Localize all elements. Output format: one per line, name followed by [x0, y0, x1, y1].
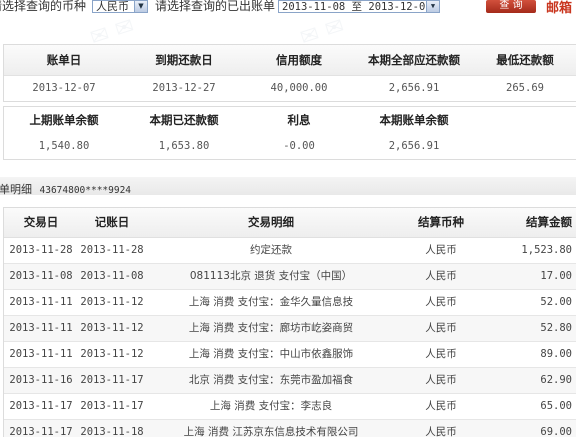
- detail-title-label: 账单明细: [0, 183, 32, 196]
- td-description: 上海 消费 支付宝：金华久量信息技: [188, 296, 354, 308]
- table-row: 2013-11-11 2013-11-12 上海 消费 支付宝：金华久量信息技 人民币…: [4, 290, 576, 316]
- td-currency: 人民币: [425, 270, 457, 282]
- td-amount: 65.00: [540, 400, 572, 412]
- td-trans-date: 2013-11-17: [9, 426, 73, 437]
- header-total-due: 本期全部应还款额: [368, 53, 460, 67]
- statement-date: 2013-12-07: [32, 82, 96, 94]
- date-separator: 至: [351, 1, 363, 13]
- td-amount: 69.00: [540, 426, 572, 437]
- td-description: 上海 消费 支付宝：中山市依鑫服饰: [188, 348, 354, 360]
- header-credit-limit: 信用额度: [276, 53, 322, 67]
- td-trans-date: 2013-11-28: [9, 244, 73, 256]
- detail-title: 账单明细 43674800****9924: [0, 181, 131, 197]
- card-number: 43674800****9924: [39, 185, 132, 196]
- summary-panel-2: 上期账单余额 本期已还款额 利息 本期账单余额 1,540.80 1,653.8…: [3, 106, 576, 160]
- td-description: 北京 消费 支付宝：东莞市盈加福食: [188, 374, 354, 386]
- date-to: 2013-12-07: [368, 1, 432, 13]
- date-from: 2013-11-08: [282, 1, 346, 13]
- th-trans-date: 交易日: [23, 215, 59, 229]
- td-post-date: 2013-11-17: [80, 400, 144, 412]
- td-post-date: 2013-11-08: [80, 270, 144, 282]
- td-post-date: 2013-11-17: [80, 374, 144, 386]
- td-trans-date: 2013-11-17: [9, 400, 73, 412]
- td-amount: 89.00: [540, 348, 572, 360]
- th-currency: 结算币种: [418, 215, 464, 229]
- td-currency: 人民币: [425, 296, 457, 308]
- td-trans-date: 2013-11-16: [9, 374, 73, 386]
- td-currency: 人民币: [425, 400, 457, 412]
- td-currency: 人民币: [425, 374, 457, 386]
- td-post-date: 2013-11-18: [80, 426, 144, 437]
- currency-select[interactable]: 人民币 ▼: [92, 0, 148, 13]
- prev-balance: 1,540.80: [38, 140, 90, 152]
- currency-label: 请选择查询的币种: [0, 0, 87, 13]
- table-row: 2013-11-16 2013-11-17 北京 消费 支付宝：东莞市盈加福食 人民币…: [4, 368, 576, 394]
- td-description: 上海 消费 支付宝：廊坊市屹姿商贸: [188, 322, 354, 334]
- td-currency: 人民币: [425, 244, 457, 256]
- table-row: 2013-11-17 2013-11-18 上海 消费 江苏京东信息技术有限公司 人民…: [4, 420, 576, 437]
- bill-period-select[interactable]: 2013-11-08 至 2013-12-07 ▼: [278, 0, 440, 13]
- th-description: 交易明细: [248, 215, 294, 229]
- td-amount: 52.80: [540, 322, 572, 334]
- td-amount: 1,523.80: [521, 244, 572, 256]
- summary2-header-row: 上期账单余额 本期已还款额 利息 本期账单余额: [4, 107, 576, 133]
- table-row: 2013-11-28 2013-11-28 约定还款 人民币 1,523.80: [4, 238, 576, 264]
- td-description: 上海 消费 江苏京东信息技术有限公司: [183, 426, 359, 437]
- td-amount: 52.00: [540, 296, 572, 308]
- header-due-date: 到期还款日: [155, 53, 213, 67]
- header-prev-balance: 上期账单余额: [29, 113, 99, 127]
- header-paid-amount: 本期已还款额: [149, 113, 219, 127]
- td-post-date: 2013-11-28: [80, 244, 144, 256]
- header-min-payment: 最低还款额: [496, 53, 554, 67]
- td-currency: 人民币: [425, 322, 457, 334]
- currency-select-value: 人民币: [96, 0, 129, 13]
- total-due: 2,656.91: [388, 82, 440, 94]
- td-currency: 人民币: [425, 426, 457, 437]
- header-statement-date: 账单日: [46, 53, 82, 67]
- paid-amount: 1,653.80: [158, 140, 210, 152]
- td-post-date: 2013-11-12: [80, 322, 144, 334]
- min-payment: 265.69: [506, 82, 544, 94]
- summary-panel-1: 账单日 到期还款日 信用额度 本期全部应还款额 最低还款额 2013-12-07…: [3, 44, 576, 102]
- query-bar: 请选择查询的币种 人民币 ▼ 请选择查询的已出账单 2013-11-08 至 2…: [0, 0, 576, 18]
- td-trans-date: 2013-11-11: [9, 296, 73, 308]
- query-button[interactable]: 查 询: [486, 0, 536, 13]
- table-row: 2013-11-17 2013-11-17 上海 消费 支付宝：李志良 人民币 65.0…: [4, 394, 576, 420]
- td-trans-date: 2013-11-11: [9, 348, 73, 360]
- table-row: 2013-11-11 2013-11-12 上海 消费 支付宝：廊坊市屹姿商贸 人民币…: [4, 316, 576, 342]
- summary-header-row: 账单日 到期还款日 信用额度 本期全部应还款额 最低还款额: [4, 45, 576, 76]
- header-current-balance: 本期账单余额: [379, 113, 449, 127]
- chevron-down-icon[interactable]: ▼: [426, 1, 439, 12]
- interest: -0.00: [283, 140, 315, 152]
- th-post-date: 记账日: [94, 215, 130, 229]
- current-balance: 2,656.91: [388, 140, 440, 152]
- th-amount: 结算金额: [526, 215, 572, 229]
- td-post-date: 2013-11-12: [80, 296, 144, 308]
- due-date: 2013-12-27: [152, 82, 216, 94]
- bill-label: 请选择查询的已出账单: [155, 0, 276, 13]
- td-trans-date: 2013-11-11: [9, 322, 73, 334]
- td-post-date: 2013-11-12: [80, 348, 144, 360]
- header-interest: 利息: [287, 113, 311, 127]
- td-description: 约定还款: [250, 244, 292, 256]
- td-amount: 17.00: [540, 270, 572, 282]
- td-trans-date: 2013-11-08: [9, 270, 73, 282]
- td-description: 081113北京 退货 支付宝（中国）: [189, 270, 353, 282]
- mailbox-logo: 邮箱: [546, 1, 573, 16]
- td-amount: 62.90: [540, 374, 572, 386]
- table-row: 2013-11-08 2013-11-08 081113北京 退货 支付宝（中国） 人…: [4, 264, 576, 290]
- credit-limit: 40,000.00: [270, 82, 328, 94]
- td-currency: 人民币: [425, 348, 457, 360]
- table-row: 2013-11-11 2013-11-12 上海 消费 支付宝：中山市依鑫服饰 人民币…: [4, 342, 576, 368]
- chevron-down-icon[interactable]: ▼: [134, 1, 147, 12]
- td-description: 上海 消费 支付宝：李志良: [209, 400, 333, 412]
- transactions-table: 交易日 记账日 交易明细 结算币种 结算金额 2013-11-28 2013-11…: [3, 207, 576, 437]
- table-header: 交易日 记账日 交易明细 结算币种 结算金额: [4, 208, 576, 238]
